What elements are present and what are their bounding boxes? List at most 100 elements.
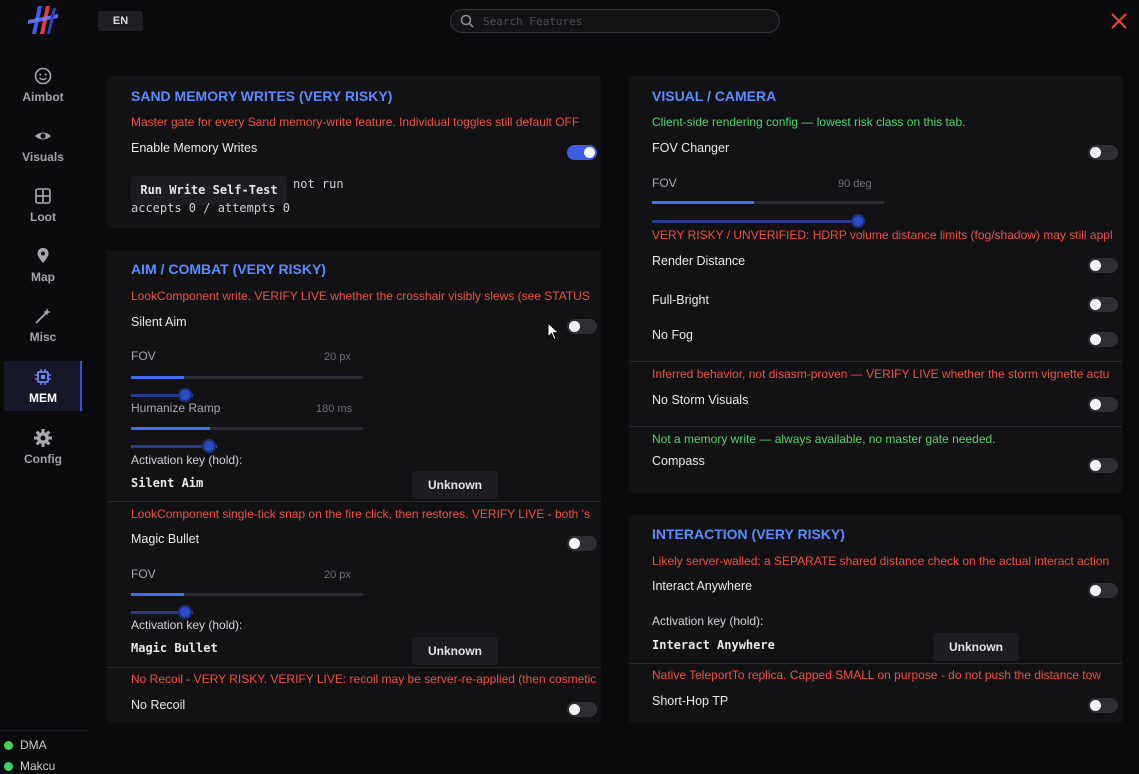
enable-memory-writes-toggle[interactable]	[567, 145, 597, 160]
short-hop-tp-toggle[interactable]	[1088, 698, 1118, 713]
fov-label: FOV	[131, 349, 156, 363]
app-logo	[26, 4, 60, 36]
sidebar-item-aimbot[interactable]: Aimbot	[4, 60, 82, 110]
sidebar-item-misc[interactable]: Misc	[4, 300, 82, 350]
full-bright-label: Full-Bright	[652, 293, 709, 307]
info-note: Client-side rendering config — lowest ri…	[652, 115, 966, 129]
interaction-panel: INTERACTION (VERY RISKY) Likely server-w…	[629, 515, 1122, 723]
warning-note: Inferred behavior, not disasm-proven — V…	[652, 367, 1110, 381]
slider-fill	[131, 376, 185, 379]
warning-note: Native TeleportTo replica. Capped SMALL …	[652, 668, 1101, 682]
search-input[interactable]	[483, 13, 773, 30]
silent-aim-toggle[interactable]	[567, 319, 597, 334]
divider	[629, 426, 1122, 427]
silent-aim-key-button[interactable]: Unknown	[412, 471, 498, 499]
slider-fill	[652, 201, 755, 204]
compass-toggle[interactable]	[1088, 458, 1118, 473]
section-title: SAND MEMORY WRITES (VERY RISKY)	[131, 88, 393, 104]
sand-memory-panel: SAND MEMORY WRITES (VERY RISKY) Master g…	[107, 76, 601, 228]
info-note: Not a memory write — always available, n…	[652, 432, 996, 446]
smiley-icon	[33, 66, 53, 86]
fov-changer-toggle[interactable]	[1088, 145, 1118, 160]
no-storm-visuals-label: No Storm Visuals	[652, 393, 749, 407]
humanize-ramp-slider[interactable]	[131, 427, 363, 430]
warning-note: VERY RISKY / UNVERIFIED: HDRP volume dis…	[652, 228, 1113, 242]
sidebar-item-mem[interactable]: MEM	[4, 361, 82, 411]
activation-key-name: Silent Aim	[131, 476, 204, 490]
activation-key-name: Magic Bullet	[131, 641, 218, 655]
humanize-ramp-label: Humanize Ramp	[131, 401, 221, 415]
fov-label: FOV	[131, 567, 156, 581]
slider-thumb[interactable]	[202, 439, 216, 453]
fov-slider[interactable]	[131, 376, 363, 379]
fov-slider-track	[131, 388, 193, 402]
mouse-cursor-icon	[547, 321, 560, 346]
eye-icon	[33, 126, 53, 146]
activation-key-name: Interact Anywhere	[652, 638, 775, 652]
sidebar-item-label: Misc	[29, 330, 57, 344]
full-bright-toggle[interactable]	[1088, 297, 1118, 312]
slider-thumb[interactable]	[178, 605, 192, 619]
sidebar: Aimbot Visuals Loot Map Misc MEM Config …	[0, 46, 88, 773]
section-title: AIM / COMBAT (VERY RISKY)	[131, 261, 326, 277]
render-distance-label: Render Distance	[652, 254, 746, 268]
sidebar-item-loot[interactable]: Loot	[4, 180, 82, 230]
no-fog-toggle[interactable]	[1088, 332, 1118, 347]
magic-fov-slider-track	[131, 605, 193, 619]
interact-anywhere-key-button[interactable]: Unknown	[933, 633, 1019, 661]
section-title: VISUAL / CAMERA	[652, 88, 777, 104]
sidebar-item-visuals[interactable]: Visuals	[4, 120, 82, 170]
no-recoil-label: No Recoil	[131, 698, 186, 712]
search-icon	[460, 14, 474, 33]
divider	[107, 667, 601, 668]
status-dma: DMA	[4, 737, 47, 753]
self-test-status: not run	[293, 177, 344, 191]
silent-aim-label: Silent Aim	[131, 315, 187, 329]
no-storm-visuals-toggle[interactable]	[1088, 397, 1118, 412]
sidebar-item-label: Loot	[30, 210, 56, 224]
sidebar-item-label: Config	[24, 452, 62, 466]
magic-bullet-key-button[interactable]: Unknown	[412, 637, 498, 665]
fov-value: 20 px	[324, 351, 351, 363]
sidebar-item-map[interactable]: Map	[4, 240, 82, 290]
compass-label: Compass	[652, 454, 705, 468]
fov-changer-label: FOV Changer	[652, 141, 730, 155]
status-dot	[4, 762, 13, 771]
interact-anywhere-toggle[interactable]	[1088, 583, 1118, 598]
magic-bullet-toggle[interactable]	[567, 536, 597, 551]
magic-bullet-label: Magic Bullet	[131, 532, 200, 546]
activation-key-label: Activation key (hold):	[131, 618, 243, 632]
render-distance-toggle[interactable]	[1088, 258, 1118, 273]
camera-fov-slider-track	[652, 214, 865, 228]
warning-note: No Recoil - VERY RISKY. VERIFY LIVE: rec…	[131, 672, 597, 686]
slider-thumb[interactable]	[178, 388, 192, 402]
visual-camera-panel: VISUAL / CAMERA Client-side rendering co…	[629, 76, 1122, 493]
gear-icon	[33, 428, 53, 448]
map-pin-icon	[33, 246, 53, 266]
warning-note: LookComponent write. VERIFY LIVE whether…	[131, 289, 590, 303]
slider-thumb[interactable]	[851, 214, 865, 228]
sidebar-item-label: Aimbot	[22, 90, 64, 104]
status-dot	[4, 741, 13, 750]
sidebar-item-config[interactable]: Config	[4, 422, 82, 472]
divider	[629, 663, 1122, 664]
grid-icon	[33, 186, 53, 206]
language-button[interactable]: EN	[98, 11, 143, 31]
fov-value: 20 px	[324, 569, 351, 581]
close-icon[interactable]	[1110, 12, 1128, 30]
interact-anywhere-label: Interact Anywhere	[652, 579, 753, 593]
search-bar[interactable]	[450, 9, 780, 33]
fov-value: 90 deg	[838, 178, 872, 190]
slider-fill	[131, 427, 210, 430]
write-counter: accepts 0 / attempts 0	[131, 201, 290, 215]
ramp-slider-track	[131, 439, 217, 453]
divider	[107, 501, 601, 502]
magic-fov-slider[interactable]	[131, 593, 363, 596]
slider-fill	[131, 593, 185, 596]
fov-label: FOV	[652, 176, 677, 190]
warning-note: Likely server-walled: a SEPARATE shared …	[652, 554, 1110, 568]
chip-icon	[33, 367, 53, 387]
camera-fov-slider[interactable]	[652, 201, 884, 204]
divider	[629, 361, 1122, 362]
no-recoil-toggle[interactable]	[567, 702, 597, 717]
